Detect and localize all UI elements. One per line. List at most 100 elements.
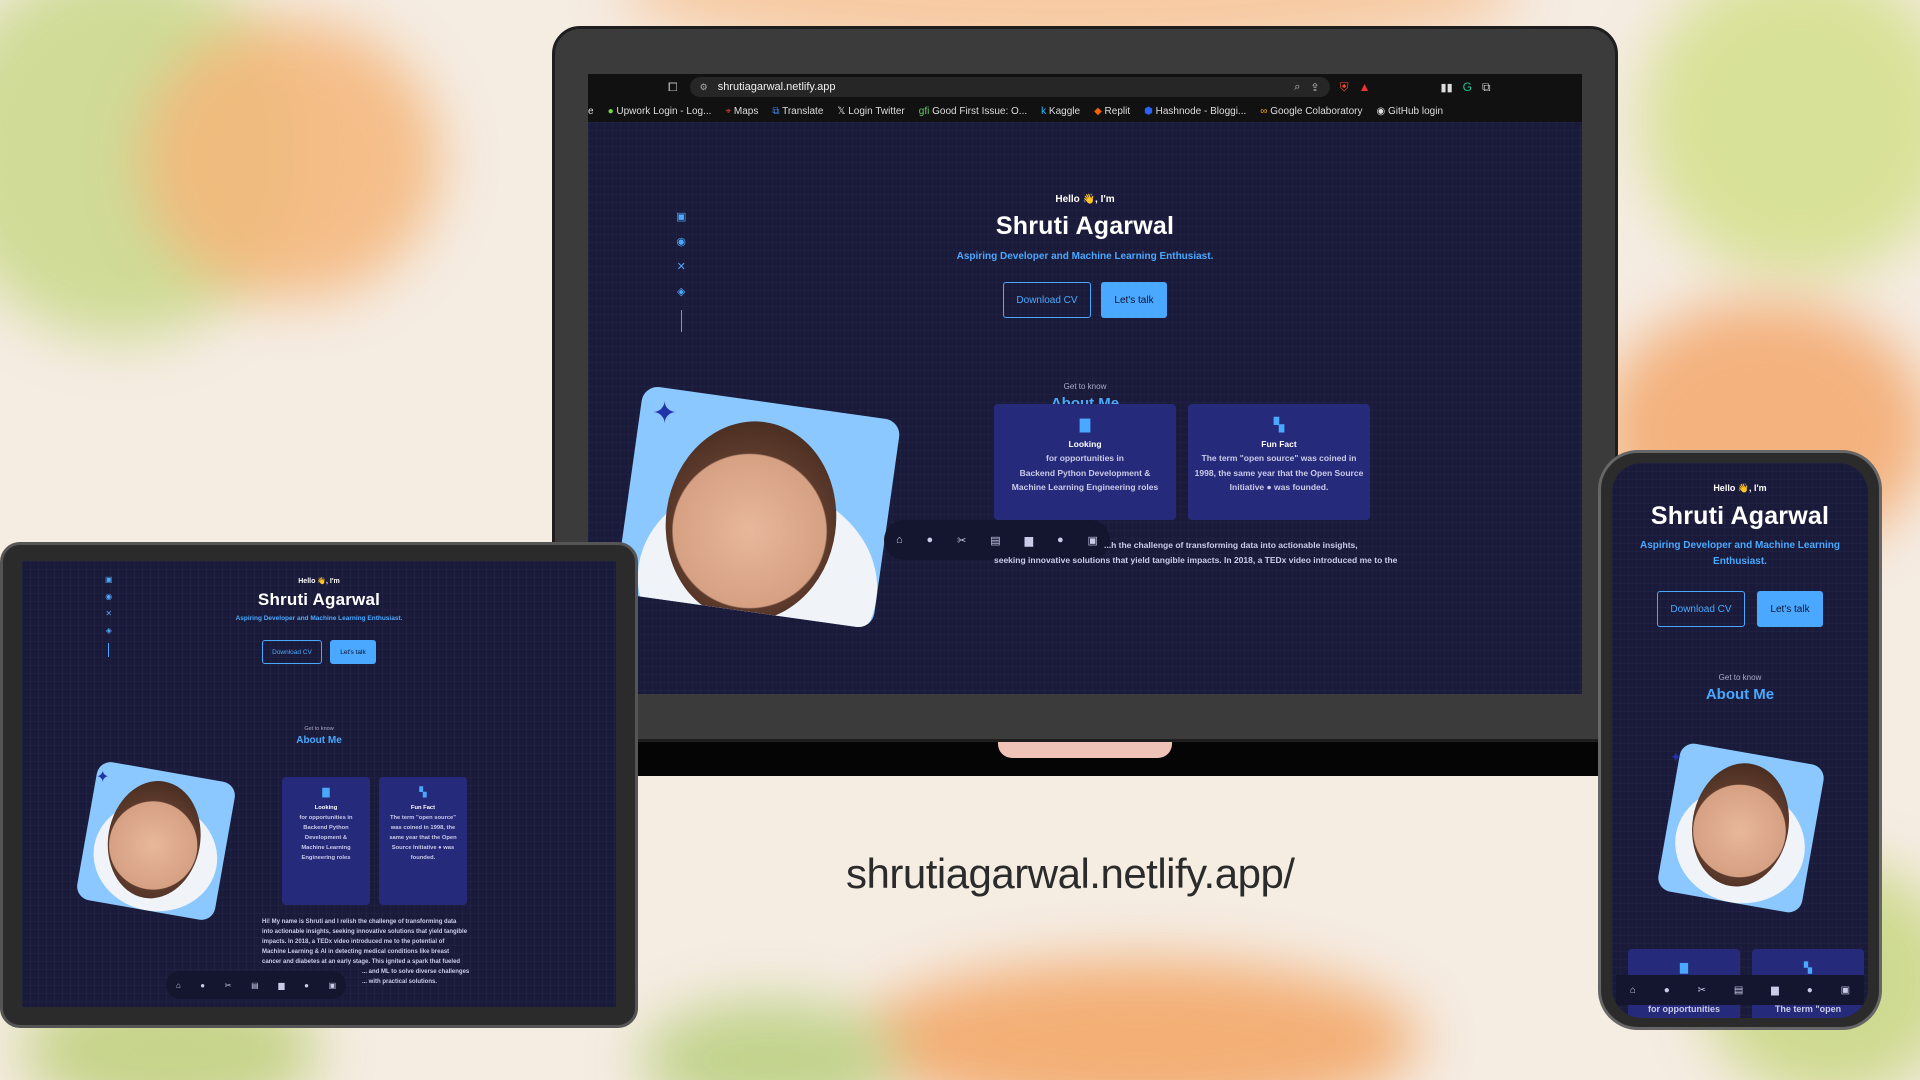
user-icon[interactable]: ● [927,534,934,546]
bookmark-github[interactable]: ◉ GitHub login [1376,106,1443,117]
phone-profile-photo [1656,741,1826,915]
bg-paint-orange-bottom [860,960,1420,1080]
tablet-card-fun-l2: was coined in 1998, the [390,825,456,831]
home-icon[interactable]: ⌂ [896,534,903,546]
card-looking-title: Looking [1068,438,1102,449]
tablet-briefcase-nav-icon[interactable]: ▆ [278,981,284,990]
phone-card-looking-text: for opportunities [1648,1004,1720,1014]
get-to-know-label: Get to know [1063,382,1107,391]
tablet-card-fun-fact: ▚ Fun Fact The term "open source" was co… [379,777,467,905]
tablet-tools-icon[interactable]: ✂ [225,981,232,990]
grid-icon: ▚ [1274,417,1284,432]
phone-contact-icon[interactable]: ▣ [1841,985,1850,996]
bookmark-good-first-issue[interactable]: gfi Good First Issue: O... [919,106,1027,117]
phone-bottom-nav: ⌂ ● ✂ ▤ ▆ ● ▣ [1616,975,1864,1005]
tablet-bio-l3: impacts. In 2018, a TEDx video introduce… [262,939,445,945]
sparkle-icon: ✦ [652,397,678,430]
laptop-screen: ⧠ ⚙ shrutiagarwal.netlify.app ⌕ ⇪ ⛨ ▲ ▮▮… [588,74,1582,694]
phone-projects-icon[interactable]: ▤ [1734,985,1743,996]
tablet-contact-icon[interactable]: ▣ [329,981,337,990]
card-fun-fact-line1: The term "open source" was coined in [1201,453,1357,463]
phone-briefcase-nav-icon[interactable]: ▆ [1771,985,1779,996]
tablet-get-to-know: Get to know [304,726,334,732]
tablet-card-looking-l5: Engineering roles [301,855,351,861]
tablet-hero: Hello 👋, I'm Shruti Agarwal Aspiring Dev… [22,577,616,746]
tablet-user-icon[interactable]: ● [200,981,205,990]
bookmark-replit[interactable]: ◆ Replit [1094,106,1130,117]
tablet-card-looking-title: Looking [314,805,338,811]
phone-mockup: Hello 👋, I'm Shruti Agarwal Aspiring Dev… [1598,450,1882,1030]
tablet-briefcase-icon: ▇ [322,787,330,797]
phone-hero-hello: Hello 👋, I'm [1713,483,1767,493]
phone-circle-icon[interactable]: ● [1807,985,1813,996]
card-looking-line3: Machine Learning Engineering roles [1011,482,1159,492]
phone-screen: Hello 👋, I'm Shruti Agarwal Aspiring Dev… [1612,463,1868,1018]
bookmark-maps[interactable]: ⌖ Maps [725,106,758,117]
phone-tools-icon[interactable]: ✂ [1698,985,1706,996]
phone-user-icon[interactable]: ● [1664,985,1670,996]
phone-home-icon[interactable]: ⌂ [1630,985,1636,996]
tablet-circle-icon[interactable]: ● [304,981,309,990]
tablet-card-looking-l1: for opportunities in [299,815,353,821]
tablet-bio-l5: cancer and diabetes at an early stage. T… [262,959,461,965]
bookmark-translate[interactable]: ⧉ Translate [772,106,823,117]
phone-grid-icon: ▚ [1804,963,1812,974]
card-looking-line1: for opportunities in [1046,453,1124,463]
bookmark-icon[interactable]: ⧠ [668,80,678,95]
bio-text: ...h the challenge of transforming data … [994,538,1574,567]
bookmark-twitter[interactable]: 𝕏 Login Twitter [837,106,904,117]
site-settings-icon[interactable]: ⚙ [700,82,708,93]
phone-lets-talk-button[interactable]: Let's talk [1757,591,1823,627]
extensions-icon[interactable]: ⧉ [1482,80,1491,95]
upwork-icon: ● [607,105,614,117]
bio-line1: ...h the challenge of transforming data … [1104,540,1358,550]
brave-shield-icon[interactable]: ⛨ [1340,80,1349,95]
laptop-notch [998,742,1172,758]
x-logo-icon: 𝕏 [837,105,846,117]
card-fun-fact-line2: 1998, the same year that the Open Source [1194,467,1364,478]
tablet-grid-icon: ▚ [419,787,427,797]
phone-tagline-l1: Aspiring Developer and Machine Learning [1639,540,1841,551]
bookmark-kaggle[interactable]: k Kaggle [1041,106,1080,117]
bookmark-hashnode[interactable]: ⬢ Hashnode - Bloggi... [1144,106,1246,117]
phone-get-to-know: Get to know [1718,673,1762,682]
lets-talk-button[interactable]: Let's talk [1101,282,1167,318]
github-logo-icon: ◉ [1376,105,1386,117]
phone-download-cv-button[interactable]: Download CV [1657,591,1745,627]
tablet-card-looking-l4: Machine Learning [301,845,351,851]
hero-section: Hello 👋, I'm Shruti Agarwal Aspiring Dev… [588,194,1582,412]
address-url: shrutiagarwal.netlify.app [717,81,836,93]
tablet-home-icon[interactable]: ⌂ [176,981,181,990]
hero-hello: Hello 👋, I'm [1055,194,1115,205]
bookmark-upwork[interactable]: ● Upwork Login - Log... [608,106,712,117]
phone-hero: Hello 👋, I'm Shruti Agarwal Aspiring Dev… [1612,483,1868,703]
tablet-screen: ▣ ◉ ✕ ◈ Hello 👋, I'm Shruti Agarwal Aspi… [22,561,616,1007]
tablet-card-fun-fact-title: Fun Fact [410,805,436,811]
colab-icon: ∞ [1260,105,1268,117]
tablet-lets-talk-button[interactable]: Let's talk [330,640,376,664]
tablet-card-looking-l2: Backend Python [303,825,349,831]
download-cv-button[interactable]: Download CV [1003,282,1091,318]
bookmark-colab[interactable]: ∞ Google Colaboratory [1260,106,1362,117]
zoom-icon[interactable]: ⌕ [1294,81,1300,94]
tablet-projects-icon[interactable]: ▤ [251,981,259,990]
tablet-bottom-nav: ⌂ ● ✂ ▤ ▆ ● ▣ [166,971,346,999]
tablet-card-fun-l4: Source Initiative ● was [391,845,455,851]
gfi-icon: gfi [918,105,930,117]
phone-card-fun-text: The term "open [1774,1004,1842,1014]
reading-mode-icon[interactable]: ▮▮ [1441,81,1453,94]
grammarly-icon[interactable]: G [1463,80,1472,94]
tablet-sparkle-icon: ✦ [96,769,110,786]
phone-sparkle-icon: ✦ [1670,749,1682,765]
brave-rewards-icon[interactable]: ▲ [1359,80,1371,94]
tablet-hero-tagline: Aspiring Developer and Machine Learning … [235,615,403,622]
briefcase-icon: ▇ [1080,417,1090,432]
share-icon[interactable]: ⇪ [1310,81,1319,94]
bookmarks-bar: e ● Upwork Login - Log... ⌖ Maps ⧉ Trans… [588,100,1582,122]
hero-name: Shruti Agarwal [995,212,1175,240]
address-bar[interactable]: ⚙ shrutiagarwal.netlify.app ⌕ ⇪ [689,77,1330,97]
tools-icon[interactable]: ✂ [957,534,966,547]
tablet-about-heading: About Me [296,735,342,746]
tablet-download-cv-button[interactable]: Download CV [262,640,322,664]
bookmark-truncated[interactable]: e [588,106,594,117]
